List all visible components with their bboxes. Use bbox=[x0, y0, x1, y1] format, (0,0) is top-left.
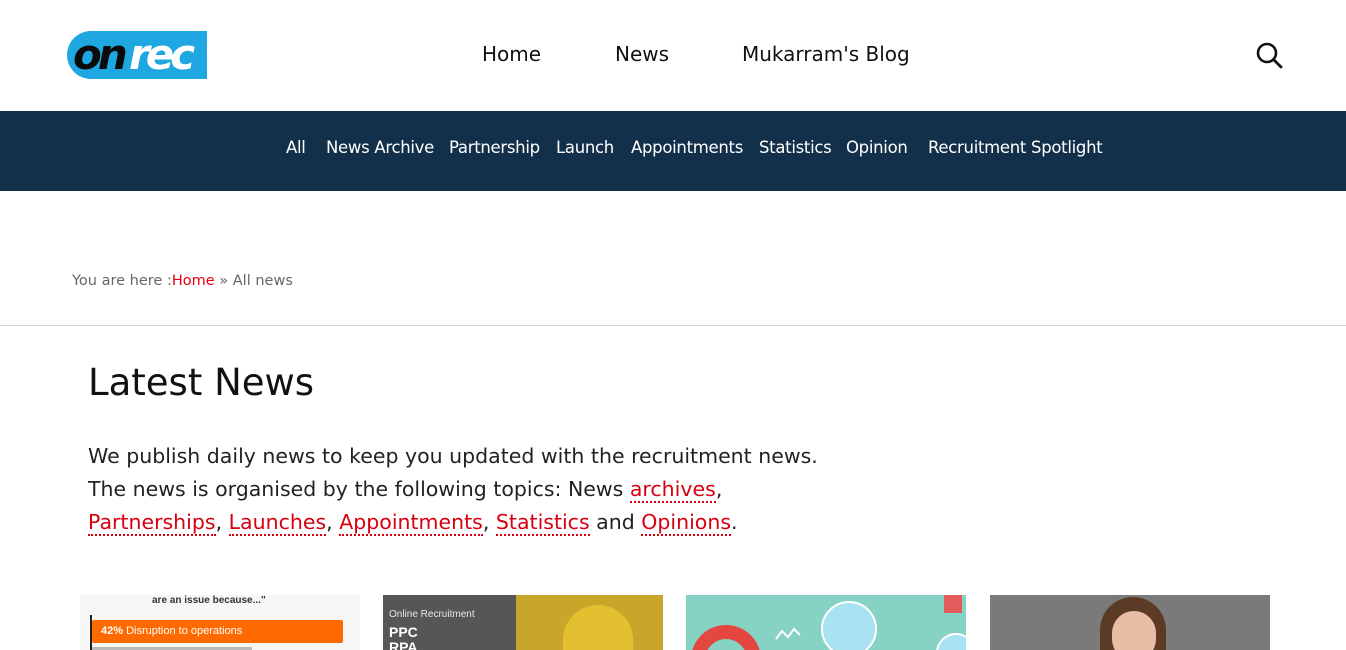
period: . bbox=[731, 510, 738, 534]
card-2-headline-1: PPC bbox=[389, 624, 418, 640]
news-card-1[interactable]: are an issue because..." 42% Disruption … bbox=[80, 595, 360, 650]
category-all[interactable]: All bbox=[286, 138, 306, 157]
category-opinion[interactable]: Opinion bbox=[846, 138, 908, 157]
intro-paragraph: We publish daily news to keep you update… bbox=[88, 440, 848, 539]
news-card-3[interactable] bbox=[686, 595, 966, 650]
breadcrumb-prefix: You are here : bbox=[72, 273, 172, 289]
intro-line-2: The news is organised by the following t… bbox=[88, 473, 848, 506]
link-appointments[interactable]: Appointments bbox=[339, 510, 483, 536]
comma: , bbox=[215, 510, 223, 534]
page-title: Latest News bbox=[88, 361, 315, 404]
breadcrumb-current: All news bbox=[232, 273, 293, 289]
category-news-archive[interactable]: News Archive bbox=[326, 138, 434, 157]
search-icon bbox=[1256, 42, 1283, 69]
link-statistics[interactable]: Statistics bbox=[495, 510, 590, 536]
magnet-icon bbox=[691, 625, 761, 650]
breadcrumb-divider bbox=[0, 325, 1346, 326]
comma: , bbox=[482, 510, 490, 534]
intro-line-3: Partnerships, Launches, Appointments, St… bbox=[88, 506, 848, 539]
card-2-kicker: Online Recruitment bbox=[389, 609, 475, 620]
card-2-headline-2: RPA bbox=[389, 639, 418, 650]
comma: , bbox=[326, 510, 333, 534]
site-header: on rec Home News Mukarram's Blog bbox=[0, 0, 1346, 111]
category-recruitment-spotlight[interactable]: Recruitment Spotlight bbox=[928, 138, 1103, 157]
nav-news[interactable]: News bbox=[615, 42, 669, 66]
news-card-4[interactable] bbox=[990, 595, 1270, 650]
link-archives[interactable]: archives bbox=[629, 477, 716, 503]
and-text: and bbox=[589, 510, 642, 534]
nav-home[interactable]: Home bbox=[482, 42, 541, 66]
nav-mukarrams-blog[interactable]: Mukarram's Blog bbox=[742, 42, 910, 66]
link-launches[interactable]: Launches bbox=[228, 510, 327, 536]
person-avatar-icon bbox=[821, 601, 877, 650]
news-card-2[interactable]: Online Recruitment PPC RPA bbox=[383, 595, 663, 650]
card-1-bar-percent: 42% bbox=[101, 625, 124, 637]
portrait-face bbox=[1112, 611, 1156, 650]
search-button[interactable] bbox=[1254, 40, 1284, 70]
flag-icon bbox=[944, 595, 962, 613]
card-1-bar-label: 42% Disruption to operations bbox=[101, 625, 242, 637]
category-partnership[interactable]: Partnership bbox=[449, 138, 540, 157]
card-1-quote: are an issue because..." bbox=[152, 595, 266, 606]
intro-line-2-prefix: The news is organised by the following t… bbox=[88, 477, 630, 501]
card-2-headline: PPC RPA bbox=[389, 625, 418, 650]
category-statistics[interactable]: Statistics bbox=[759, 138, 832, 157]
card-1-bar-text: Disruption to operations bbox=[123, 625, 243, 637]
link-partnerships[interactable]: Partnerships bbox=[88, 510, 216, 536]
breadcrumb-separator: » bbox=[214, 273, 233, 289]
category-nav: All News Archive Partnership Launch Appo… bbox=[0, 111, 1346, 191]
main-nav: Home News Mukarram's Blog bbox=[0, 42, 1346, 72]
intro-line-1: We publish daily news to keep you update… bbox=[88, 444, 818, 468]
link-opinions[interactable]: Opinions bbox=[641, 510, 731, 536]
zigzag-icon bbox=[775, 627, 801, 640]
breadcrumb: You are here :Home » All news bbox=[72, 273, 293, 289]
person-avatar-icon-2 bbox=[936, 633, 966, 650]
category-appointments[interactable]: Appointments bbox=[631, 138, 743, 157]
comma: , bbox=[715, 477, 723, 501]
breadcrumb-home-link[interactable]: Home bbox=[172, 273, 215, 289]
category-launch[interactable]: Launch bbox=[556, 138, 614, 157]
